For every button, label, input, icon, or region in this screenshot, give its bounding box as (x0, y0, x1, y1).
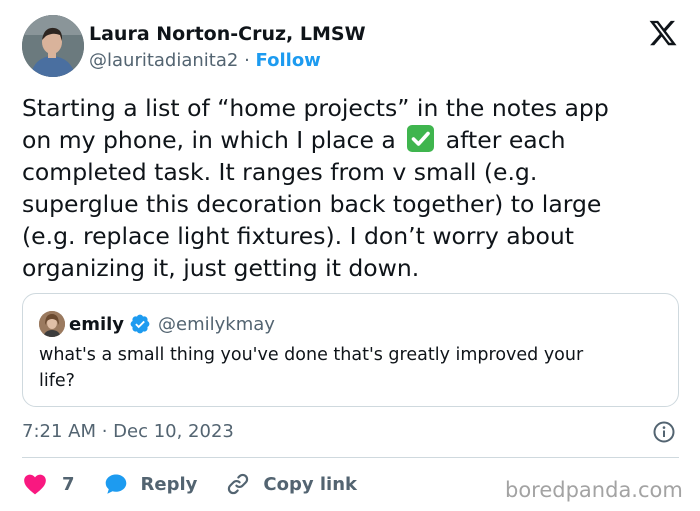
author-handle[interactable]: @lauritadianita2 (89, 50, 238, 71)
author-subline: @lauritadianita2 · Follow (89, 50, 366, 72)
x-logo-icon[interactable] (648, 18, 678, 48)
reply-bubble-icon (105, 474, 126, 494)
author-info: Laura Norton-Cruz, LMSW @lauritadianita2… (89, 23, 366, 72)
like-button[interactable]: 7 (22, 471, 75, 497)
tweet-line-part: after each (445, 126, 566, 154)
tweet-header: Laura Norton-Cruz, LMSW @lauritadianita2… (22, 15, 682, 79)
quoted-tweet[interactable]: emily @emilykmay what's a small thing yo… (22, 293, 679, 407)
link-icon (228, 473, 249, 495)
author-name[interactable]: Laura Norton-Cruz, LMSW (89, 23, 366, 45)
quote-avatar[interactable] (39, 311, 65, 337)
author-avatar[interactable] (22, 15, 84, 77)
quote-header: emily @emilykmay (69, 311, 275, 337)
tweet-line: superglue this decoration back together)… (22, 190, 602, 218)
tweet-line: completed task. It ranges from v small (… (22, 158, 538, 186)
check-mark-emoji (407, 125, 435, 152)
reply-button[interactable]: Reply (103, 471, 198, 497)
divider (22, 457, 679, 458)
like-count: 7 (62, 473, 75, 495)
tweet-line: Starting a list of “home projects” in th… (22, 94, 609, 122)
reply-label: Reply (140, 473, 198, 495)
tweet-line: on my phone, in which I place a after ea… (22, 124, 687, 156)
quote-text: what's a small thing you've done that's … (39, 342, 669, 394)
heart-icon (24, 474, 46, 495)
tweet-timestamp[interactable]: 7:21 AM · Dec 10, 2023 (22, 420, 234, 444)
follow-button[interactable]: Follow (256, 50, 321, 71)
action-bar: 7 Reply Copy link (22, 470, 357, 498)
quote-author-handle[interactable]: @emilykmay (158, 314, 275, 335)
copy-link-button[interactable]: Copy link (225, 471, 357, 497)
quote-author-name[interactable]: emily (69, 314, 124, 335)
verified-badge-icon (130, 314, 150, 334)
quote-line: life? (39, 371, 75, 391)
quote-line: what's a small thing you've done that's … (39, 345, 584, 365)
tweet-line: organizing it, just getting it down. (22, 254, 420, 282)
tweet-text: Starting a list of “home projects” in th… (22, 92, 687, 284)
info-icon[interactable] (652, 420, 676, 444)
separator: · (244, 50, 250, 71)
tweet-line: (e.g. replace light fixtures). I don’t w… (22, 222, 575, 250)
copy-link-label: Copy link (263, 473, 357, 495)
tweet-line-part: on my phone, in which I place a (22, 126, 396, 154)
watermark: boredpanda.com (505, 478, 683, 502)
